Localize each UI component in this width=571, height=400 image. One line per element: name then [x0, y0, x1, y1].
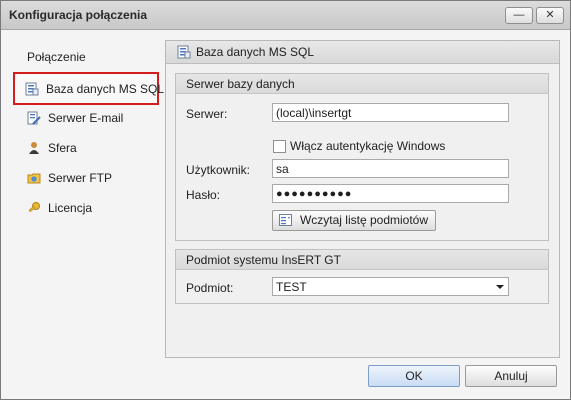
- user-input[interactable]: sa: [272, 159, 509, 178]
- sidebar-item-label: Baza danych MS SQL: [46, 82, 165, 96]
- database-server-group: Serwer bazy danych Serwer: (local)\inser…: [175, 73, 549, 241]
- database-icon: [25, 82, 39, 96]
- user-label: Użytkownik:: [186, 163, 251, 177]
- mail-server-icon: [27, 111, 41, 125]
- panel-title: Baza danych MS SQL: [196, 45, 315, 59]
- title-bar[interactable]: Konfiguracja połączenia — ✕: [1, 1, 570, 30]
- entity-label: Podmiot:: [186, 281, 234, 295]
- sidebar-item-label: Serwer FTP: [48, 171, 113, 185]
- group-title: Serwer bazy danych: [176, 74, 548, 94]
- chevron-down-icon: [496, 285, 504, 289]
- ftp-folder-icon: [27, 173, 41, 184]
- windows-auth-checkbox[interactable]: [273, 140, 286, 153]
- sidebar-item-ms-sql[interactable]: Baza danych MS SQL: [13, 72, 164, 105]
- entity-select-value: TEST: [276, 280, 307, 294]
- sidebar-item-label: Serwer E-mail: [48, 111, 124, 125]
- load-entities-button[interactable]: Wczytaj listę podmiotów: [272, 210, 436, 231]
- group-title: Podmiot systemu InsERT GT: [176, 250, 548, 270]
- entity-select[interactable]: TEST: [272, 277, 509, 296]
- list-load-icon: [279, 214, 292, 226]
- sidebar-title: Połączenie: [27, 50, 86, 64]
- entity-group: Podmiot systemu InsERT GT Podmiot: TEST: [175, 249, 549, 304]
- sidebar-item-label: Licencja: [48, 201, 93, 215]
- window-title: Konfiguracja połączenia: [9, 8, 148, 22]
- sidebar-item-label: Sfera: [48, 141, 77, 155]
- password-input[interactable]: ●●●●●●●●●●: [272, 184, 509, 203]
- group-title-text: Serwer bazy danych: [186, 77, 295, 91]
- person-icon: [29, 142, 39, 154]
- settings-panel: Baza danych MS SQL Serwer bazy danych Se…: [165, 40, 560, 358]
- minimize-button[interactable]: —: [505, 7, 533, 24]
- cancel-button[interactable]: Anuluj: [465, 365, 557, 387]
- ok-button[interactable]: OK: [368, 365, 460, 387]
- panel-header: Baza danych MS SQL: [166, 41, 559, 64]
- connection-config-dialog: Konfiguracja połączenia — ✕ Połączenie B…: [0, 0, 571, 400]
- password-label: Hasło:: [186, 188, 221, 202]
- key-icon: [28, 202, 40, 213]
- windows-auth-label[interactable]: Włącz autentykację Windows: [290, 139, 445, 153]
- server-input[interactable]: (local)\insertgt: [272, 103, 509, 122]
- minimize-icon: —: [513, 9, 525, 21]
- sidebar-item-ftp-server[interactable]: Serwer FTP: [17, 166, 157, 190]
- close-icon: ✕: [545, 9, 555, 21]
- load-entities-label: Wczytaj listę podmiotów: [299, 213, 429, 227]
- close-button[interactable]: ✕: [536, 7, 564, 24]
- sidebar-item-email-server[interactable]: Serwer E-mail: [17, 106, 157, 130]
- database-icon: [177, 45, 191, 59]
- sidebar-item-sfera[interactable]: Sfera: [17, 136, 157, 160]
- group-title-text: Podmiot systemu InsERT GT: [186, 253, 341, 267]
- server-label: Serwer:: [186, 107, 228, 121]
- sidebar-item-license[interactable]: Licencja: [17, 196, 157, 220]
